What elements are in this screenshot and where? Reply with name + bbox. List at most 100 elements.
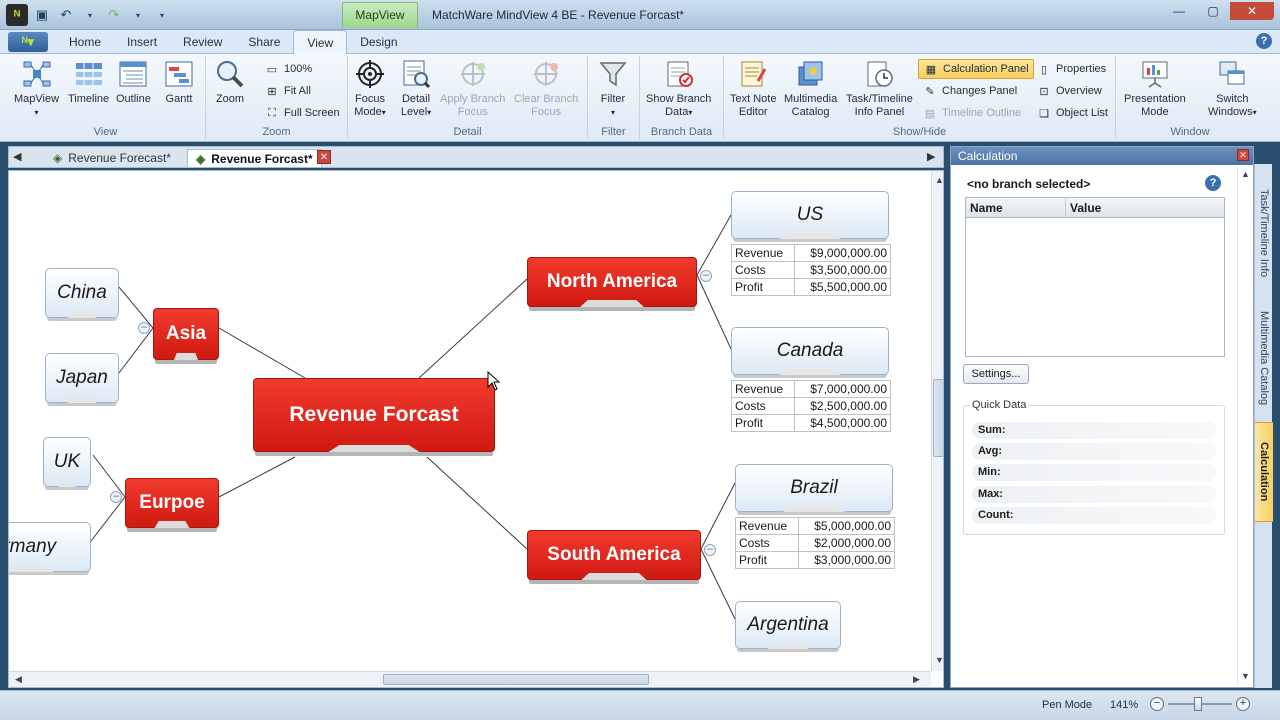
scroll-left-icon[interactable]: ◀ (15, 674, 22, 685)
table-row: Profit $3,000,000.00 (734, 551, 895, 569)
text-note-editor-button[interactable]: Text Note Editor (730, 58, 776, 119)
object-list-button[interactable]: ❏ Object List (1036, 103, 1108, 123)
side-tab-multimedia-catalog[interactable]: Multimedia Catalog (1255, 300, 1273, 416)
vertical-scroll-thumb[interactable] (933, 379, 943, 457)
calculation-panel-button[interactable]: ▦ Calculation Panel (918, 59, 1034, 79)
tab-review[interactable]: Review (170, 30, 235, 54)
node-notch (67, 397, 97, 403)
tab-share[interactable]: Share (235, 30, 293, 54)
scroll-right-icon[interactable]: ▶ (913, 674, 920, 685)
branch-asia[interactable]: Asia (153, 308, 219, 360)
collapse-europe-icon[interactable]: – (110, 491, 122, 503)
task-timeline-info-button[interactable]: Task/Timeline Info Panel (846, 58, 913, 119)
horizontal-scroll-thumb[interactable] (383, 674, 649, 685)
context-tab-mapview[interactable]: MapView (342, 2, 418, 28)
subtopic-germany[interactable]: Germany (9, 522, 91, 572)
fit-all-button[interactable]: ⊞ Fit All (264, 81, 311, 101)
presentation-mode-button[interactable]: Presentation Mode (1124, 58, 1186, 119)
branch-europe[interactable]: Eurpoe (125, 478, 219, 528)
mapview-button[interactable]: MapView ▾ (14, 58, 59, 119)
timeline-outline-button[interactable]: ▤ Timeline Outline (922, 103, 1021, 123)
outline-button[interactable]: Outline (116, 58, 151, 106)
zoom-slider-thumb[interactable] (1194, 697, 1202, 711)
branch-south-america[interactable]: South America (527, 530, 701, 580)
mouse-cursor-icon (487, 371, 501, 391)
subtopic-brazil[interactable]: Brazil (735, 464, 893, 512)
side-tab-calculation[interactable]: Calculation (1255, 422, 1273, 522)
panel-vertical-scrollbar[interactable]: ▲ ▼ (1237, 167, 1251, 685)
scroll-up-icon[interactable]: ▲ (935, 175, 943, 185)
save-icon[interactable]: ▣ (32, 5, 52, 25)
collapse-north-america-icon[interactable]: – (700, 270, 712, 282)
subtopic-uk[interactable]: UK (43, 437, 91, 487)
window-controls: — ▢ ✕ (1162, 2, 1274, 20)
filter-button[interactable]: Filter ▾ (597, 58, 629, 119)
branch-north-america[interactable]: North America (527, 257, 697, 307)
subtopic-argentina[interactable]: Argentina (735, 601, 841, 649)
customize-qat-icon[interactable]: ▾ (152, 5, 172, 25)
subtopic-us[interactable]: US (731, 191, 889, 239)
apply-branch-focus-button[interactable]: Apply Branch Focus (440, 58, 505, 119)
show-branch-data-button[interactable]: Show Branch Data▾ (646, 58, 711, 119)
node-notch (580, 300, 644, 307)
close-panel-icon[interactable]: ✕ (1237, 149, 1249, 161)
undo-dropdown-icon[interactable]: ▾ (80, 5, 100, 25)
redo-icon[interactable]: ↷ (104, 5, 124, 25)
subtopic-japan[interactable]: Japan (45, 353, 119, 403)
timeline-button[interactable]: Timeline (68, 58, 109, 106)
root-topic-node[interactable]: Revenue Forcast (253, 378, 495, 452)
multimedia-catalog-button[interactable]: Multimedia Catalog (784, 58, 837, 119)
collapse-asia-icon[interactable]: – (138, 322, 150, 334)
tab-insert[interactable]: Insert (114, 30, 170, 54)
switch-windows-button[interactable]: Switch Windows▾ (1208, 58, 1257, 119)
zoom-button[interactable]: Zoom (214, 58, 246, 106)
tab-scroll-left-icon[interactable]: ◀ (13, 150, 21, 163)
zoom-out-icon[interactable]: − (1150, 697, 1164, 711)
object-list-icon: ❏ (1039, 107, 1049, 120)
zoom-slider-control[interactable]: − + (1150, 697, 1250, 711)
canvas-horizontal-scrollbar[interactable]: ◀ ▶ (9, 671, 931, 687)
scroll-up-icon[interactable]: ▲ (1241, 169, 1250, 179)
branch-data-table-brazil: Revenue $5,000,000.00 Costs $2,000,000.00 … (734, 517, 895, 569)
settings-button[interactable]: Settings... (963, 364, 1029, 384)
canvas-vertical-scrollbar[interactable]: ▲ ▼ (931, 171, 943, 671)
properties-button[interactable]: ▯ Properties (1036, 59, 1106, 79)
maximize-button[interactable]: ▢ (1196, 2, 1230, 20)
zoom-100-button[interactable]: ▭ 100% (264, 59, 312, 79)
mind-map-canvas[interactable]: Revenue Forcast North America – South Am… (8, 170, 944, 688)
tab-design[interactable]: Design (347, 30, 410, 54)
side-tab-task-timeline-info[interactable]: Task/Timeline Info (1255, 168, 1273, 298)
close-tab-icon[interactable]: ✕ (317, 150, 331, 164)
changes-panel-button[interactable]: ✎ Changes Panel (922, 81, 1017, 101)
pen-mode-label[interactable]: Pen Mode (1042, 699, 1092, 711)
full-screen-button[interactable]: ⛶ Full Screen (264, 103, 340, 123)
zoom-in-icon[interactable]: + (1236, 697, 1250, 711)
focus-mode-button[interactable]: Focus Mode▾ (354, 58, 386, 119)
column-header-value[interactable]: Value (1066, 198, 1224, 217)
zoom-slider-track[interactable] (1168, 697, 1232, 711)
collapse-south-america-icon[interactable]: – (704, 544, 716, 556)
subtopic-china[interactable]: China (45, 268, 119, 318)
doc-tab-revenue-forecast[interactable]: ◈ Revenue Forecast* (45, 149, 179, 167)
clear-branch-focus-button[interactable]: Clear Branch Focus (514, 58, 578, 119)
gantt-button[interactable]: Gantt (163, 58, 195, 106)
close-button[interactable]: ✕ (1230, 2, 1274, 20)
multimedia-icon (795, 58, 827, 90)
name-value-table[interactable]: Name Value (965, 197, 1225, 357)
scroll-down-icon[interactable]: ▼ (935, 655, 943, 665)
tab-home[interactable]: Home (56, 30, 114, 54)
column-header-name[interactable]: Name (966, 198, 1066, 217)
doc-tab-revenue-forcast[interactable]: ◈ Revenue Forcast* (187, 149, 322, 167)
tab-scroll-right-icon[interactable]: ▶ (927, 150, 935, 163)
application-menu-button[interactable]: ᴺ▾ (8, 32, 48, 52)
scroll-down-icon[interactable]: ▼ (1241, 671, 1250, 681)
overview-button[interactable]: ⊡ Overview (1036, 81, 1101, 101)
help-icon[interactable]: ? (1205, 175, 1221, 191)
detail-level-button[interactable]: Detail Level▾ (400, 58, 432, 119)
subtopic-canada[interactable]: Canada (731, 327, 889, 375)
undo-icon[interactable]: ↶ (56, 5, 76, 25)
redo-dropdown-icon[interactable]: ▾ (128, 5, 148, 25)
tab-view[interactable]: View (293, 30, 348, 54)
minimize-button[interactable]: — (1162, 2, 1196, 20)
help-icon[interactable]: ? (1256, 33, 1272, 49)
